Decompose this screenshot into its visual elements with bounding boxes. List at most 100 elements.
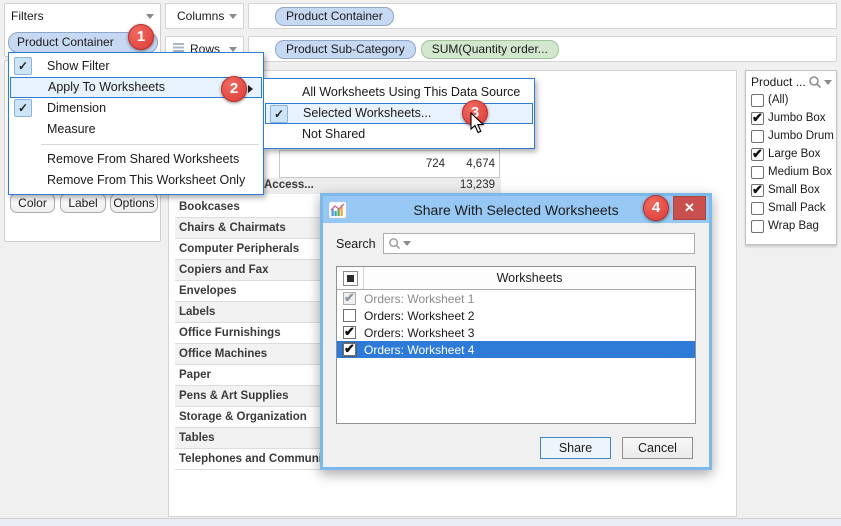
chevron-down-icon[interactable] [824,79,832,85]
quick-filter-item-large-box[interactable]: Large Box [746,145,836,163]
quick-filter-item-label: Large Box [768,148,821,160]
columns-shelf-label: Columns [165,3,244,29]
columns-shelf[interactable]: Product Container [248,3,837,29]
menu-item-label: Show Filter [47,59,110,73]
options-button[interactable]: Options [110,193,158,213]
checked-checkbox[interactable] [751,146,764,162]
row-header-telephones-and-communica[interactable]: Telephones and Communica... [175,449,321,470]
quick-filter-item-all[interactable]: (All) [746,91,836,109]
row-header-bookcases[interactable]: Bookcases [175,197,321,218]
table-row-header[interactable]: Access... [264,179,314,191]
row-header-computer-peripherals[interactable]: Computer Peripherals [175,239,321,260]
search-input[interactable] [383,233,695,254]
unchecked-checkbox[interactable] [751,219,764,233]
checked-checkbox[interactable] [751,110,764,126]
checked-checkbox[interactable] [343,324,356,340]
row-header-pens-art-supplies[interactable]: Pens & Art Supplies [175,386,321,407]
worksheet-row-orders-worksheet-1[interactable]: Orders: Worksheet 1 [337,290,695,307]
worksheet-row-label: Orders: Worksheet 4 [364,342,475,357]
menu-item-measure[interactable]: Measure [9,119,263,140]
menu-item-remove-from-shared-worksheets[interactable]: Remove From Shared Worksheets [9,149,263,170]
search-icon[interactable] [808,75,822,89]
pill-product-container[interactable]: Product Container [275,6,394,26]
worksheet-row-label: Orders: Worksheet 3 [364,325,475,340]
worksheet-row-label: Orders: Worksheet 2 [364,308,475,323]
menu-item-label: Remove From This Worksheet Only [47,173,246,187]
quick-filter-panel: Product ... (All) Jumbo Box Jumbo Drum Larg… [745,70,837,245]
checked-checkbox[interactable] [751,182,764,198]
checked-checkbox[interactable] [343,290,356,306]
unchecked-checkbox[interactable] [751,165,764,179]
pill-product-sub-category[interactable]: Product Sub-Category [275,39,416,59]
checkmark-icon: ✓ [14,57,32,75]
menu-item-remove-from-this-worksheet-only[interactable]: Remove From This Worksheet Only [9,170,263,191]
quick-filter-item-medium-box[interactable]: Medium Box [746,163,836,181]
menu-item-label: Measure [47,122,96,136]
filters-card-title: Filters [11,9,44,23]
chevron-down-icon[interactable] [146,13,154,19]
submenu-item-selected-worksheets[interactable]: ✓ Selected Worksheets... [265,103,533,124]
filter-pill-label: Product Container [17,35,114,49]
worksheet-row-orders-worksheet-3[interactable]: Orders: Worksheet 3 [337,324,695,341]
chevron-down-icon[interactable] [229,13,238,19]
checked-checkbox[interactable] [342,341,357,357]
rows-shelf[interactable]: Product Sub-Category SUM(Quantity order.… [248,36,837,62]
quick-filter-item-label: Jumbo Drum [768,130,834,142]
unchecked-checkbox[interactable] [751,201,764,215]
quick-filter-item-jumbo-box[interactable]: Jumbo Box [746,109,836,127]
row-header-copiers-and-fax[interactable]: Copiers and Fax [175,260,321,281]
unchecked-checkbox[interactable] [751,129,764,143]
cancel-button[interactable]: Cancel [622,437,693,459]
submenu-arrow-icon [248,85,253,93]
search-label: Search [336,237,376,251]
table-gridline [279,150,280,178]
row-header-storage-organization[interactable]: Storage & Organization [175,407,321,428]
worksheet-row-orders-worksheet-4[interactable]: Orders: Worksheet 4 [337,341,695,358]
color-button[interactable]: Color [10,193,55,213]
tableau-chart-icon [329,201,347,218]
submenu-item-all-worksheets-using-this-data-source[interactable]: All Worksheets Using This Data Source [264,82,534,103]
unchecked-checkbox[interactable] [751,93,764,107]
menu-item-label: All Worksheets Using This Data Source [302,85,521,99]
select-all-checkbox[interactable] [337,267,364,289]
status-strip [0,518,841,526]
table-gridline [279,150,499,151]
quick-filter-item-small-pack[interactable]: Small Pack [746,199,836,217]
worksheet-row-orders-worksheet-2[interactable]: Orders: Worksheet 2 [337,307,695,324]
subcategory-row-headers: Bookcases Chairs & Chairmats Computer Peri… [175,197,321,470]
menu-item-label: Selected Worksheets... [303,106,432,120]
row-header-labels[interactable]: Labels [175,302,321,323]
annotation-badge-2: 2 [221,76,247,102]
pill-sum-quantity[interactable]: SUM(Quantity order... [420,39,559,59]
row-header-tables[interactable]: Tables [175,428,321,449]
menu-item-label: Apply To Worksheets [48,80,165,94]
share-with-selected-worksheets-dialog: Share With Selected Worksheets ✕ Search … [320,193,712,470]
quick-filter-item-jumbo-drum[interactable]: Jumbo Drum [746,127,836,145]
share-button[interactable]: Share [540,437,611,459]
menu-separator [41,144,259,145]
menu-item-label: Not Shared [302,127,366,141]
unchecked-checkbox[interactable] [343,309,356,322]
quick-filter-item-wrap-bag[interactable]: Wrap Bag [746,217,836,235]
tableau-workspace: Columns Product Container Rows Product S… [0,0,841,526]
worksheets-list-header: Worksheets [337,267,695,290]
menu-item-dimension[interactable]: ✓ Dimension [9,98,263,119]
worksheets-column-header: Worksheets [496,271,563,285]
close-icon[interactable]: ✕ [673,196,706,220]
row-header-paper[interactable]: Paper [175,365,321,386]
submenu-item-not-shared[interactable]: Not Shared [264,124,534,145]
label-button[interactable]: Label [60,193,106,213]
chevron-down-icon[interactable] [229,46,237,52]
row-header-office-furnishings[interactable]: Office Furnishings [175,323,321,344]
worksheet-row-label: Orders: Worksheet 1 [364,291,475,306]
worksheets-list: Worksheets Orders: Worksheet 1 Orders: Wo… [336,266,696,424]
quick-filter-item-small-box[interactable]: Small Box [746,181,836,199]
table-cell-value: 4,674 [466,158,495,170]
row-header-office-machines[interactable]: Office Machines [175,344,321,365]
quick-filter-item-label: Wrap Bag [768,220,819,232]
filter-context-menu: ✓ Show Filter Apply To Worksheets ✓ Dimensio… [8,52,264,195]
row-header-envelopes[interactable]: Envelopes [175,281,321,302]
quick-filter-item-label: (All) [768,94,789,106]
menu-item-show-filter[interactable]: ✓ Show Filter [9,56,263,77]
row-header-chairs-chairmats[interactable]: Chairs & Chairmats [175,218,321,239]
